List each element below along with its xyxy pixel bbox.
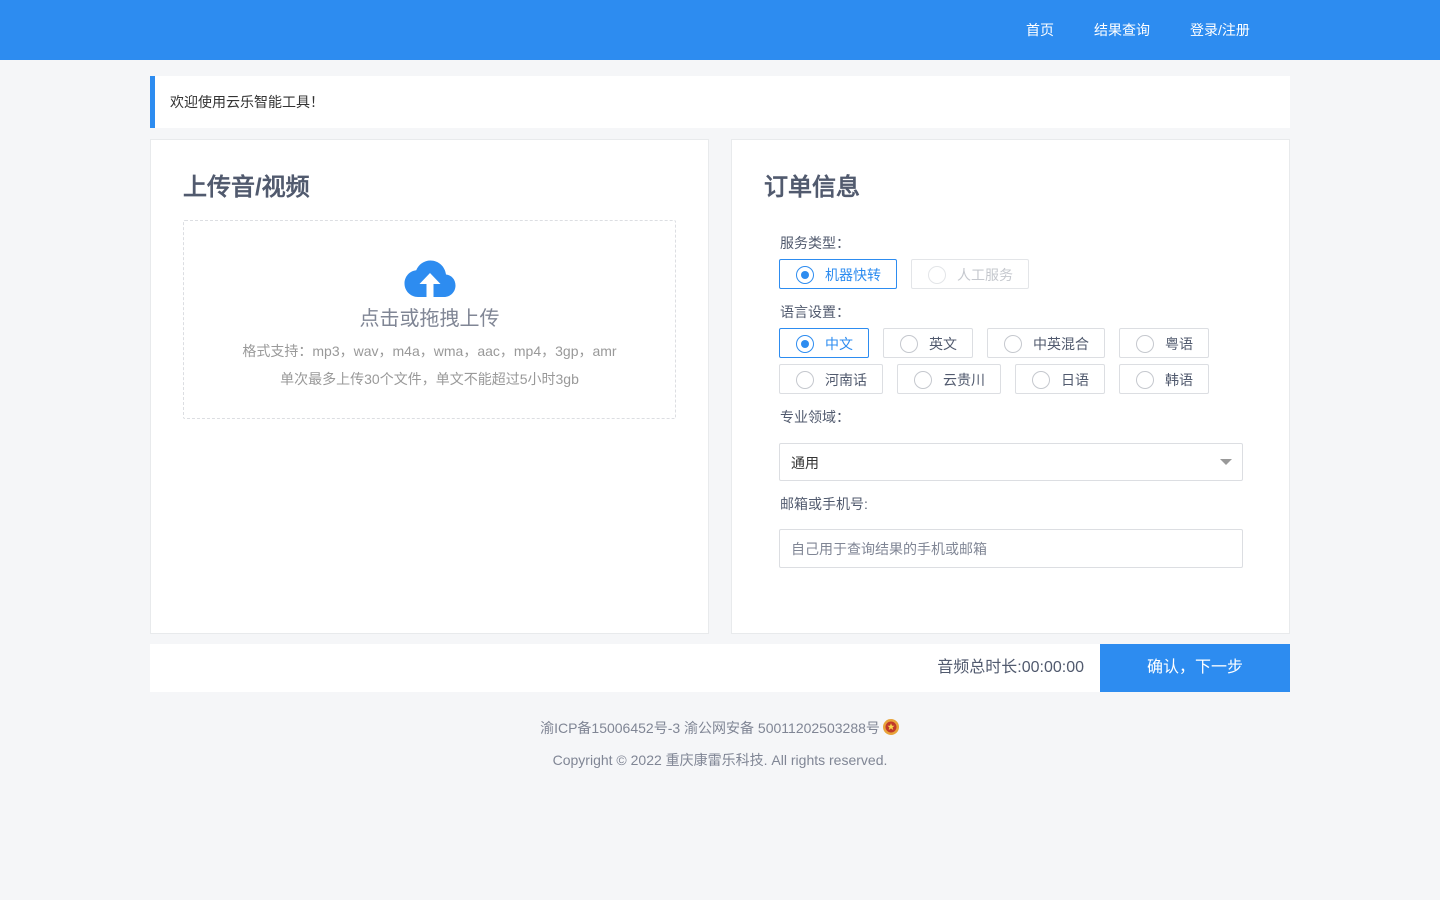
domain-select[interactable]: 通用 xyxy=(779,443,1243,481)
cloud-upload-icon xyxy=(404,260,456,297)
icp-link[interactable]: 渝ICP备15006452号-3 xyxy=(540,720,680,736)
upload-limits-text: 单次最多上传30个文件，单文不能超过5小时3gb xyxy=(280,371,579,387)
service-option-human: 人工服务 xyxy=(911,259,1029,289)
language-option-label: 中文 xyxy=(825,336,853,352)
order-panel: 订单信息 服务类型： 机器快转 人工服务 语言设置： 中文 英文 中英混合 粤语… xyxy=(731,139,1290,634)
police-record-link[interactable]: 渝公网安备 50011202503288号 xyxy=(684,720,880,736)
language-option-label: 韩语 xyxy=(1165,372,1193,388)
radio-dot xyxy=(796,266,814,284)
upload-main-text: 点击或拖拽上传 xyxy=(359,308,500,330)
language-option-yunguichuan[interactable]: 云贵川 xyxy=(897,364,1001,394)
order-panel-title: 订单信息 xyxy=(764,174,860,201)
total-duration-text: 音频总时长:00:00:00 xyxy=(937,659,1084,676)
radio-dot xyxy=(1004,335,1022,353)
domain-select-value: 通用 xyxy=(791,455,819,471)
language-option-label: 河南话 xyxy=(825,372,867,388)
language-label: 语言设置： xyxy=(780,304,850,320)
police-badge-icon xyxy=(882,719,899,735)
radio-dot xyxy=(796,335,814,353)
radio-dot xyxy=(1032,371,1050,389)
chevron-down-icon xyxy=(1220,459,1232,465)
radio-dot xyxy=(1136,371,1154,389)
contact-label: 邮箱或手机号: xyxy=(780,496,868,512)
radio-dot xyxy=(928,266,946,284)
contact-input[interactable] xyxy=(779,529,1243,568)
service-type-label: 服务类型： xyxy=(780,235,850,251)
top-nav-bar: 首页 结果查询 登录/注册 xyxy=(0,0,1440,60)
language-option-label: 中英混合 xyxy=(1033,336,1089,352)
language-option-english[interactable]: 英文 xyxy=(883,328,973,358)
domain-label: 专业领域： xyxy=(780,409,850,425)
upload-panel-title: 上传音/视频 xyxy=(183,174,310,201)
language-option-henan[interactable]: 河南话 xyxy=(779,364,883,394)
language-option-korean[interactable]: 韩语 xyxy=(1119,364,1209,394)
upload-panel: 上传音/视频 点击或拖拽上传 格式支持：mp3，wav，m4a，wma，aac，… xyxy=(150,139,709,634)
language-option-label: 日语 xyxy=(1061,372,1089,388)
language-option-label: 粤语 xyxy=(1165,336,1193,352)
nav-login-link[interactable]: 登录/注册 xyxy=(1190,20,1250,40)
summary-bar: 音频总时长:00:00:00 xyxy=(150,644,1100,692)
language-option-label: 云贵川 xyxy=(943,372,985,388)
upload-formats-text: 格式支持：mp3，wav，m4a，wma，aac，mp4，3gp，amr xyxy=(242,343,617,359)
language-option-mixed[interactable]: 中英混合 xyxy=(987,328,1105,358)
footer-icp-line: 渝ICP备15006452号-3 渝公网安备 50011202503288号 xyxy=(0,718,1440,737)
welcome-text: 欢迎使用云乐智能工具！ xyxy=(170,94,324,110)
radio-dot xyxy=(900,335,918,353)
nav-home-link[interactable]: 首页 xyxy=(1026,20,1054,40)
radio-dot xyxy=(796,371,814,389)
language-option-cantonese[interactable]: 粤语 xyxy=(1119,328,1209,358)
nav-results-link[interactable]: 结果查询 xyxy=(1094,20,1150,40)
radio-dot xyxy=(1136,335,1154,353)
footer-copyright: Copyright © 2022 重庆康雷乐科技. All rights res… xyxy=(552,752,888,768)
language-option-japanese[interactable]: 日语 xyxy=(1015,364,1105,394)
upload-dropzone[interactable]: 点击或拖拽上传 格式支持：mp3，wav，m4a，wma，aac，mp4，3gp… xyxy=(183,220,676,419)
language-option-label: 英文 xyxy=(929,336,957,352)
language-option-chinese[interactable]: 中文 xyxy=(779,328,869,358)
service-option-machine[interactable]: 机器快转 xyxy=(779,259,897,289)
service-option-label: 人工服务 xyxy=(957,267,1013,283)
welcome-banner: 欢迎使用云乐智能工具！ xyxy=(150,76,1290,128)
confirm-next-button[interactable]: 确认，下一步 xyxy=(1100,644,1290,692)
service-option-label: 机器快转 xyxy=(825,267,881,283)
radio-dot xyxy=(914,371,932,389)
